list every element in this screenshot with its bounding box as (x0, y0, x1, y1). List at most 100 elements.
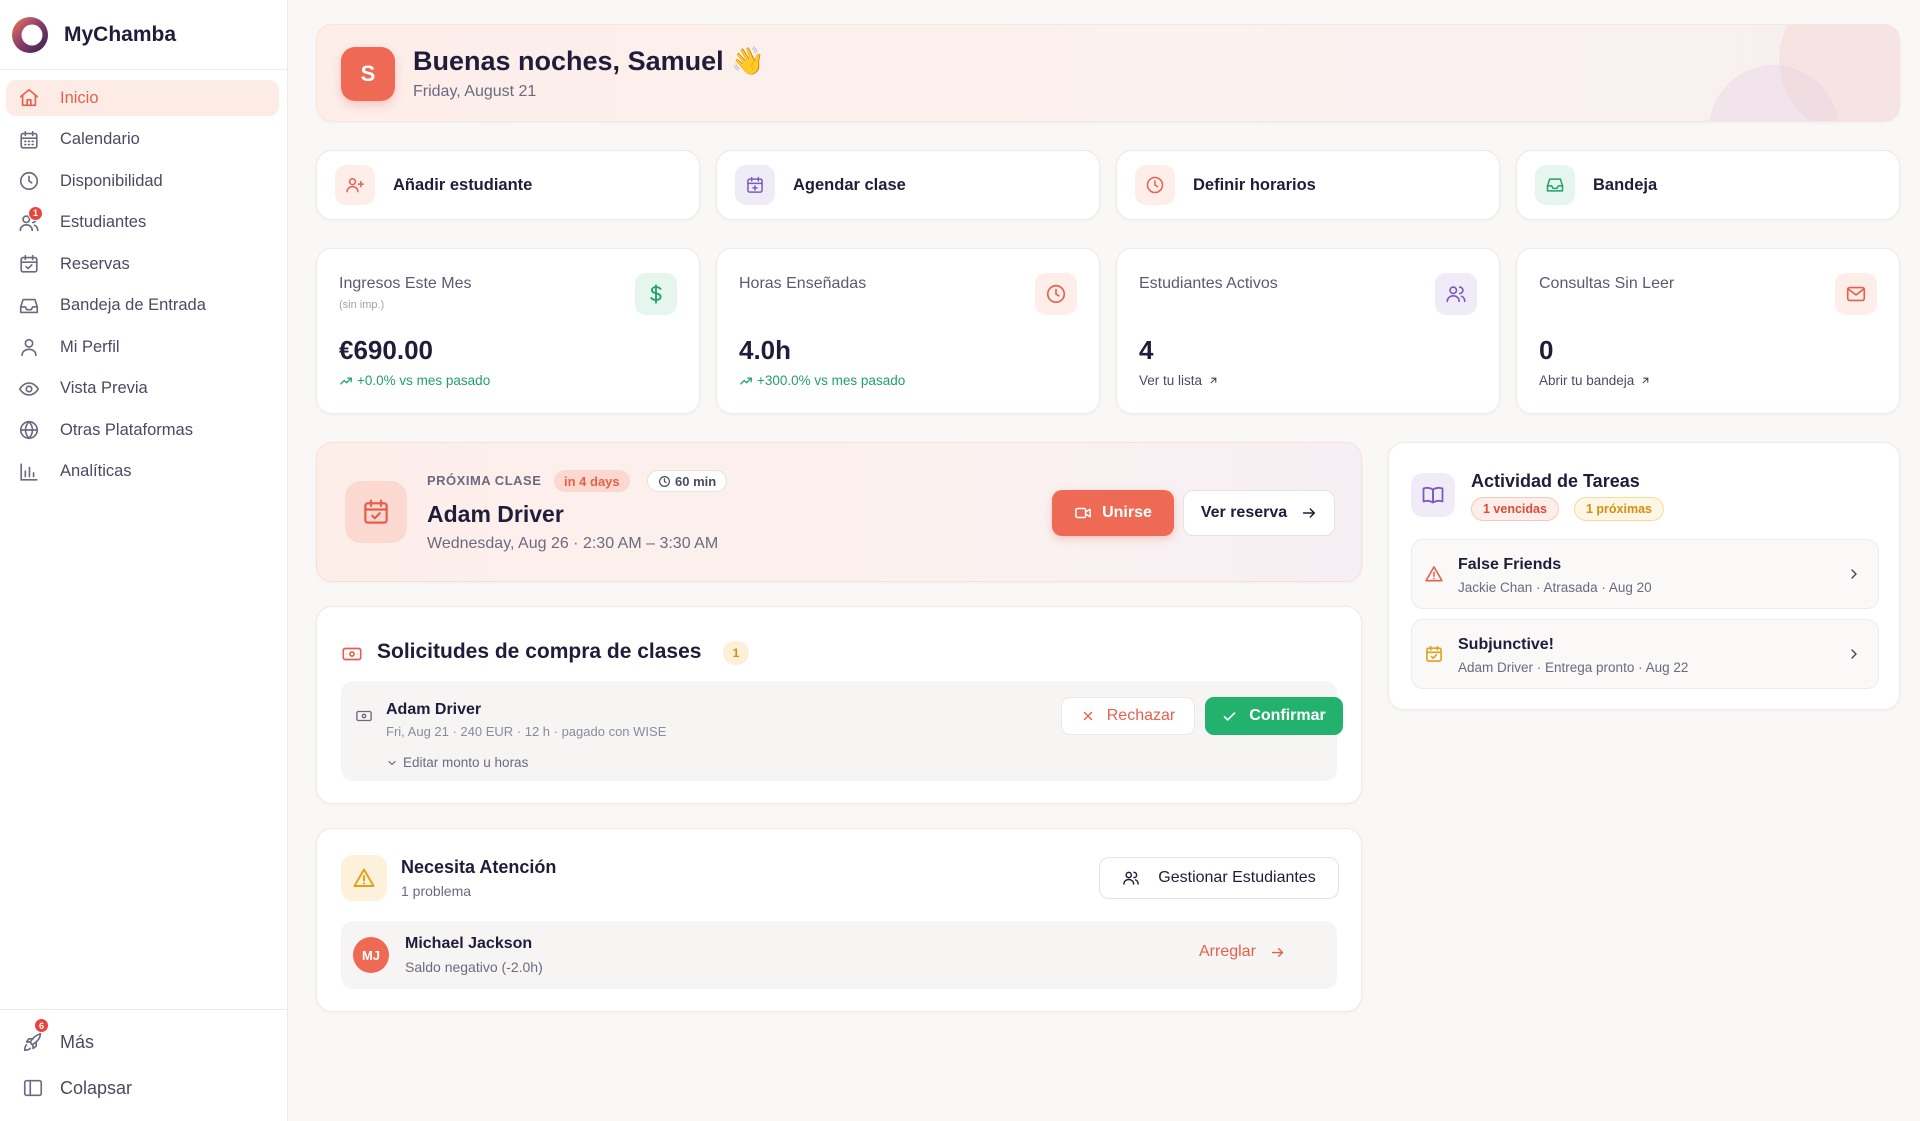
next-class-card: PRÓXIMA CLASE in 4 days 60 min Adam Driv… (316, 442, 1362, 582)
next-class-in-days-badge: in 4 days (554, 470, 630, 492)
sidebar-item-mi-perfil[interactable]: Mi Perfil (6, 329, 279, 365)
ticket-icon (342, 647, 362, 661)
purchase-requests-card: Solicitudes de compra de clases 1 Adam D… (316, 606, 1362, 804)
stat-delta-text: +300.0% vs mes pasado (757, 373, 906, 388)
quick-action-label: Definir horarios (1193, 175, 1316, 194)
task-title: False Friends (1458, 556, 1562, 573)
clock-icon (659, 475, 670, 487)
sidebar-item-label: Estudiantes (60, 213, 147, 231)
collapse-button[interactable]: Colapsar (0, 1068, 287, 1108)
view-booking-button[interactable]: Ver reserva (1183, 490, 1335, 536)
check-icon (1223, 711, 1236, 721)
quick-action-set-hours[interactable]: Definir horarios (1116, 150, 1500, 220)
arrow-up-right-icon (1210, 377, 1217, 384)
manage-students-button[interactable]: Gestionar Estudiantes (1099, 857, 1339, 899)
view-booking-label: Ver reserva (1200, 504, 1288, 521)
stat-title: Ingresos Este Mes (339, 275, 472, 292)
clock-icon (19, 171, 39, 191)
quick-action-schedule-class[interactable]: Agendar clase (716, 150, 1100, 220)
stat-value: 4 (1139, 335, 1154, 365)
globe-icon (19, 420, 39, 440)
sidebar-item-bandeja[interactable]: Bandeja de Entrada (6, 288, 279, 324)
overdue-badge: 1 vencidas (1471, 497, 1559, 521)
edit-amount-toggle[interactable]: Editar monto u horas (386, 755, 528, 770)
stat-card-income: Ingresos Este Mes (sin imp.) €690.00 +0.… (316, 248, 700, 414)
task-title: Subjunctive! (1458, 636, 1555, 653)
confirm-label: Confirmar (1249, 707, 1326, 724)
reject-button[interactable]: Rechazar (1061, 697, 1195, 735)
stat-title: Estudiantes Activos (1139, 275, 1278, 292)
sidebar-item-analiticas[interactable]: Analíticas (6, 454, 279, 490)
brand-name: MyChamba (64, 22, 177, 46)
chevron-right-icon (1851, 569, 1857, 579)
brand-logo-icon (12, 16, 48, 53)
view-list-link[interactable]: Ver tu lista (1139, 373, 1223, 388)
attention-student-name: Michael Jackson (405, 935, 533, 952)
sidebar-item-otras-plataformas[interactable]: Otras Plataformas (6, 412, 279, 448)
task-meta: Adam Driver · Entrega pronto · Aug 22 (1458, 660, 1689, 675)
request-meta: Fri, Aug 21 · 240 EUR · 12 h · pagado co… (386, 724, 667, 739)
sidebar-item-inicio[interactable]: Inicio (6, 80, 279, 116)
next-class-tag: PRÓXIMA CLASE (427, 473, 542, 488)
quick-action-inbox[interactable]: Bandeja (1516, 150, 1900, 220)
quick-action-icon-wrap (735, 165, 775, 205)
request-student-name: Adam Driver (386, 701, 482, 718)
sidebar-item-label: Vista Previa (60, 379, 148, 397)
more-button[interactable]: 6 Más (0, 1018, 287, 1062)
task-item-false-friends[interactable]: False Friends Jackie Chan · Atrasada · A… (1411, 539, 1879, 609)
sidebar-item-disponibilidad[interactable]: Disponibilidad (6, 163, 279, 199)
sidebar-item-calendario[interactable]: Calendario (6, 122, 279, 158)
upcoming-badge: 1 próximas (1574, 497, 1665, 521)
stat-delta-text: +0.0% vs mes pasado (357, 373, 491, 388)
duration-text: 60 min (675, 473, 717, 489)
greeting-banner: S Buenas noches, Samuel 👋 Friday, August… (316, 24, 1900, 122)
eye-icon (18, 381, 40, 396)
calendar-icon (20, 130, 38, 149)
confirm-button[interactable]: Confirmar (1205, 697, 1343, 735)
attention-subtitle: 1 problema (401, 883, 472, 899)
attention-icon-wrap (341, 855, 387, 901)
sidebar-item-estudiantes[interactable]: 1 Estudiantes (6, 205, 279, 241)
task-item-subjunctive[interactable]: Subjunctive! Adam Driver · Entrega pront… (1411, 619, 1879, 689)
stat-card-hours: Horas Enseñadas 4.0h +300.0% vs mes pasa… (716, 248, 1100, 414)
stat-link-text: Ver tu lista (1139, 373, 1203, 388)
clock-icon (1146, 176, 1164, 194)
quick-action-add-student[interactable]: Añadir estudiante (316, 150, 700, 220)
close-icon (1083, 711, 1092, 721)
join-button[interactable]: Unirse (1052, 490, 1174, 536)
calendar-check-icon (1426, 645, 1442, 662)
more-label: Más (60, 1031, 95, 1052)
sidebar-footer: 6 Más Colapsar (0, 1009, 287, 1121)
mail-icon (1846, 286, 1866, 302)
sidebar-item-reservas[interactable]: Reservas (6, 246, 279, 282)
task-activity-card: Actividad de Tareas 1 vencidas 1 próxima… (1388, 442, 1900, 710)
sidebar-item-label: Reservas (60, 254, 130, 273)
sidebar-item-vista-previa[interactable]: Vista Previa (6, 371, 279, 407)
attention-title: Necesita Atención (401, 857, 557, 877)
arrow-right-icon (1303, 508, 1316, 518)
stat-value: 4.0h (739, 335, 792, 365)
book-open-icon (1422, 486, 1444, 504)
reject-label: Rechazar (1106, 707, 1176, 724)
stat-value: €690.00 (339, 335, 433, 365)
chevron-right-icon (1851, 649, 1857, 659)
stat-delta: +0.0% vs mes pasado (339, 373, 490, 388)
edit-amount-label: Editar monto u horas (403, 755, 529, 770)
arrow-right-icon (1271, 947, 1284, 957)
stat-icon-wrap (1435, 273, 1477, 315)
open-inbox-link[interactable]: Abrir tu bandeja (1539, 373, 1655, 388)
trend-up-icon (340, 376, 352, 385)
quick-action-icon-wrap (1135, 165, 1175, 205)
brand[interactable]: MyChamba (0, 0, 287, 70)
calendar-check-icon (20, 254, 38, 273)
sidebar-collapse-icon (23, 1079, 43, 1097)
fix-button[interactable]: Arreglar (1199, 943, 1285, 961)
stat-title: Horas Enseñadas (739, 275, 867, 292)
avatar: MJ (353, 937, 389, 973)
quick-action-icon-wrap (335, 165, 375, 205)
stat-icon-wrap (635, 273, 677, 315)
attention-detail: Saldo negativo (-2.0h) (405, 959, 543, 975)
calendar-check-icon (364, 499, 388, 524)
rocket-icon (23, 1032, 42, 1052)
alert-triangle-icon (1425, 566, 1443, 582)
